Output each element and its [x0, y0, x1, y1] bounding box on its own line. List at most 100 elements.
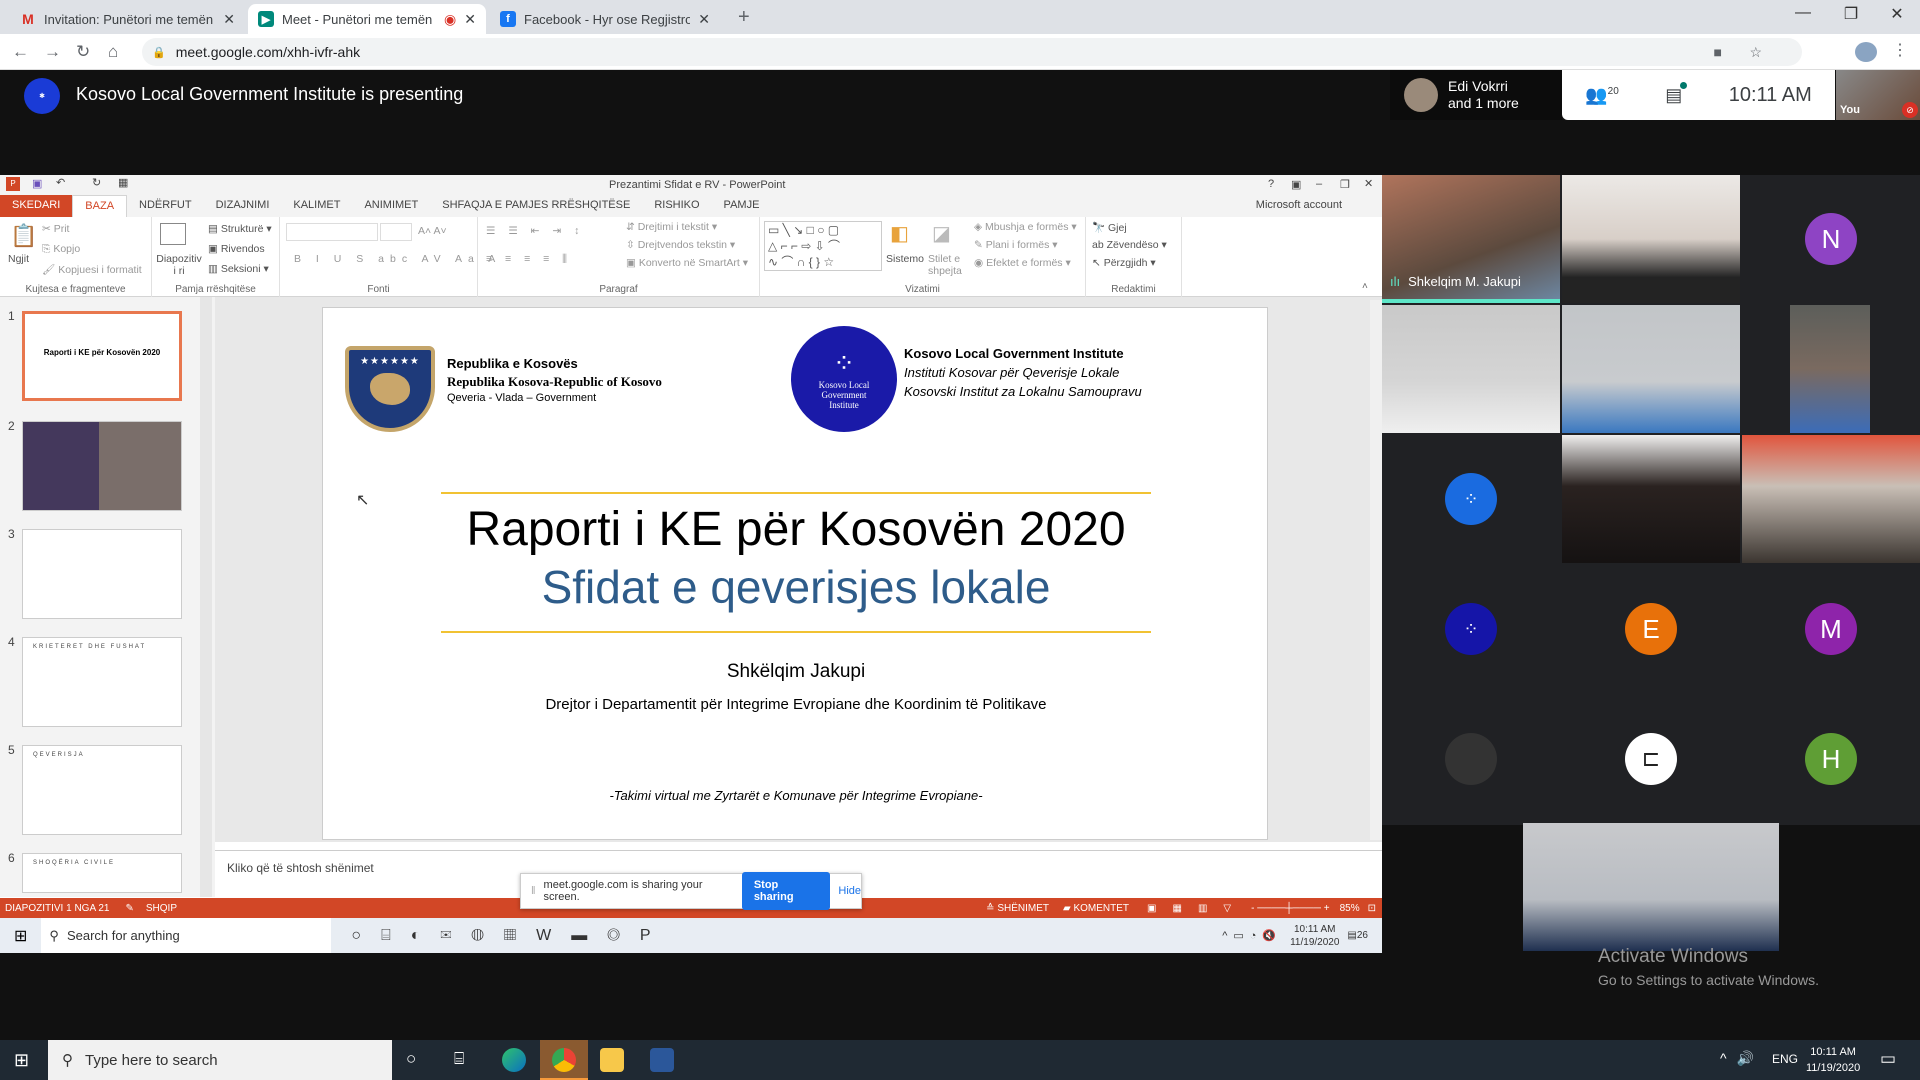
layout-button[interactable]: ▤ Strukturë ▾ — [208, 223, 272, 235]
tab-slideshow[interactable]: SHFAQJA E PAMJES RRËSHQITËSE — [430, 195, 642, 217]
zoom-slider[interactable]: - ────┼──── + — [1247, 903, 1330, 914]
chat-button[interactable]: ▤ — [1665, 81, 1688, 106]
participant-tile[interactable]: ⁘ — [1382, 435, 1560, 563]
featured-participant-video[interactable] — [1523, 823, 1779, 951]
tray-icons[interactable]: ^🔊 — [1720, 1050, 1764, 1067]
close-window-button[interactable]: ✕ — [1874, 4, 1920, 24]
tab-gmail[interactable]: M Invitation: Punëtori me temën 'Q ✕ — [10, 4, 245, 34]
format-painter-button[interactable]: 🖌 Kopjuesi i formatit — [42, 263, 142, 276]
participant-tile[interactable]: ⁘ — [1382, 565, 1560, 693]
participant-tile[interactable] — [1562, 435, 1740, 563]
font-name-dropdown[interactable] — [286, 223, 378, 241]
stop-sharing-button[interactable]: Stop sharing — [741, 872, 831, 910]
reload-button[interactable]: ↻ — [76, 42, 90, 62]
chrome-menu-icon[interactable]: ⋮ — [1892, 40, 1908, 60]
participants-button[interactable]: 👥20 — [1585, 85, 1619, 106]
start-icon[interactable]: ⊞ — [0, 926, 41, 946]
language-indicator[interactable]: SHQIP — [134, 903, 177, 914]
participant-tile[interactable]: H — [1742, 695, 1920, 823]
address-bar[interactable]: 🔒 meet.google.com/xhh-ivfr-ahk ■ ☆ — [142, 38, 1802, 66]
participant-tile[interactable]: ılı Shkelqim M. Jakupi — [1382, 175, 1560, 303]
participant-tile[interactable] — [1562, 175, 1740, 303]
font-grow-shrink-icon[interactable]: A˄ A˅ — [418, 225, 447, 237]
shared-taskbar-apps[interactable]: ○⌸◐✉◍▦W▬◎P — [331, 927, 670, 945]
tab-facebook[interactable]: f Facebook - Hyr ose Regjistrohu ✕ — [490, 4, 720, 34]
quick-styles-button[interactable]: Stilet e shpejta — [928, 253, 968, 277]
paste-button[interactable]: Ngjit — [8, 253, 29, 265]
shape-fill-button[interactable]: ◈ Mbushja e formës ▾ — [974, 221, 1077, 233]
ppt-close-button[interactable]: ✕ — [1364, 177, 1373, 190]
drag-handle-icon[interactable]: ‖ — [531, 885, 536, 897]
participant-tile[interactable]: M — [1742, 565, 1920, 693]
tab-design[interactable]: DIZAJNIMI — [204, 195, 282, 217]
font-size-dropdown[interactable] — [380, 223, 412, 241]
minimize-button[interactable]: — — [1780, 4, 1826, 22]
slide-thumbnail[interactable]: KRIETERET DHE FUSHAT — [22, 637, 182, 727]
ppt-restore-button[interactable]: ❐ — [1340, 178, 1350, 191]
slide-thumbnail[interactable] — [22, 421, 182, 511]
tab-animations[interactable]: ANIMIMET — [352, 195, 430, 217]
ribbon-display-icon[interactable]: ▣ — [1291, 178, 1301, 191]
spellcheck-icon[interactable]: ✎ — [109, 903, 133, 914]
replace-button[interactable]: ab Zëvendëso ▾ — [1092, 239, 1167, 251]
notes-toggle[interactable]: ≙ SHËNIMET — [986, 903, 1049, 914]
shapes-gallery[interactable]: ▭ ╲ ↘ □ ○ ▢ △ ⌐ ⌐ ⇨ ⇩ ⌒ ∿ ⌒ ∩ { } ☆ — [764, 221, 882, 271]
tab-transitions[interactable]: KALIMET — [281, 195, 352, 217]
file-explorer-icon[interactable] — [600, 1048, 624, 1072]
cortana-icon[interactable]: ○ — [406, 1049, 416, 1069]
shape-outline-button[interactable]: ✎ Plani i formës ▾ — [974, 239, 1058, 251]
list-buttons[interactable]: ☰ ☰ ⇤ ⇥ ↕ — [486, 225, 584, 237]
back-button[interactable]: ← — [12, 42, 29, 62]
participant-tile[interactable] — [1742, 435, 1920, 563]
participant-tile[interactable] — [1562, 305, 1740, 433]
start-presentation-icon[interactable]: ▦ — [118, 176, 128, 189]
participant-tile[interactable] — [1382, 305, 1560, 433]
new-tab-button[interactable]: + — [738, 6, 750, 29]
system-clock[interactable]: 10:11 AM 11/19/2020 — [1806, 1044, 1860, 1076]
cut-button[interactable]: ✂ Prit — [42, 223, 69, 235]
save-icon[interactable]: ▣ — [32, 177, 42, 190]
close-tab-icon[interactable]: ✕ — [464, 11, 476, 28]
fit-slide-icon[interactable]: ⊡ — [1360, 903, 1382, 914]
language-indicator[interactable]: ENG — [1772, 1052, 1798, 1066]
tab-meet[interactable]: ▶ Meet - Punëtori me temën 'C ◉ ✕ — [248, 4, 486, 34]
home-button[interactable]: ⌂ — [108, 42, 118, 62]
participant-tile[interactable]: ⊏ — [1562, 695, 1740, 823]
microsoft-account[interactable]: Microsoft account — [1256, 195, 1382, 217]
restore-button[interactable]: ❐ — [1828, 4, 1874, 24]
thumbnail-scrollbar[interactable] — [200, 297, 212, 897]
smartart-button[interactable]: ▣ Konverto në SmartArt ▾ — [626, 257, 748, 269]
text-direction-button[interactable]: ⇵ Drejtimi i tekstit ▾ — [626, 221, 717, 233]
align-text-button[interactable]: ⇳ Drejtvendos tekstin ▾ — [626, 239, 735, 251]
undo-icon[interactable]: ↶ — [56, 176, 65, 189]
copy-button[interactable]: ⎘ Kopjo — [42, 243, 80, 256]
profile-avatar[interactable] — [1855, 42, 1877, 62]
tab-review[interactable]: RISHIKO — [642, 195, 711, 217]
find-button[interactable]: 🔭 Gjej — [1092, 221, 1127, 234]
comments-toggle[interactable]: ▰ KOMENTET — [1049, 903, 1129, 914]
tab-home[interactable]: BAZA — [72, 195, 128, 217]
close-tab-icon[interactable]: ✕ — [698, 11, 710, 28]
slide-thumbnail[interactable]: SHOQËRIA CIVILE — [22, 853, 182, 893]
view-buttons[interactable]: ▣▦▥▽ — [1129, 903, 1247, 914]
select-button[interactable]: ↖ Përzgjidh ▾ — [1092, 257, 1156, 269]
notification-center[interactable]: ▤26 — [1347, 930, 1382, 941]
participant-tile[interactable]: E — [1562, 565, 1740, 693]
hide-banner-button[interactable]: Hide — [838, 885, 861, 897]
new-slide-button[interactable]: Diapozitiv i ri — [156, 253, 202, 277]
word-icon[interactable] — [650, 1048, 674, 1072]
close-tab-icon[interactable]: ✕ — [223, 11, 235, 28]
tab-view[interactable]: PAMJE — [712, 195, 772, 217]
tab-file[interactable]: SKEDARI — [0, 195, 73, 217]
taskbar-search[interactable]: ⚲ Type here to search — [48, 1040, 392, 1080]
forward-button[interactable]: → — [44, 42, 61, 62]
participant-tile[interactable] — [1382, 695, 1560, 823]
section-button[interactable]: ▥ Seksioni ▾ — [208, 263, 269, 275]
shape-effects-button[interactable]: ◉ Efektet e formës ▾ — [974, 257, 1071, 269]
chrome-taskbar-button[interactable] — [540, 1040, 588, 1080]
font-format-buttons[interactable]: B I U S abc AV Aa A — [294, 253, 501, 265]
self-view-tile[interactable]: You ⊘ — [1836, 70, 1920, 120]
camera-icon[interactable]: ■ — [1714, 44, 1722, 60]
shared-search-box[interactable]: ⚲ Search for anything — [41, 918, 332, 953]
shared-tray-icons[interactable]: ^▭◔🔇 — [1222, 929, 1282, 942]
